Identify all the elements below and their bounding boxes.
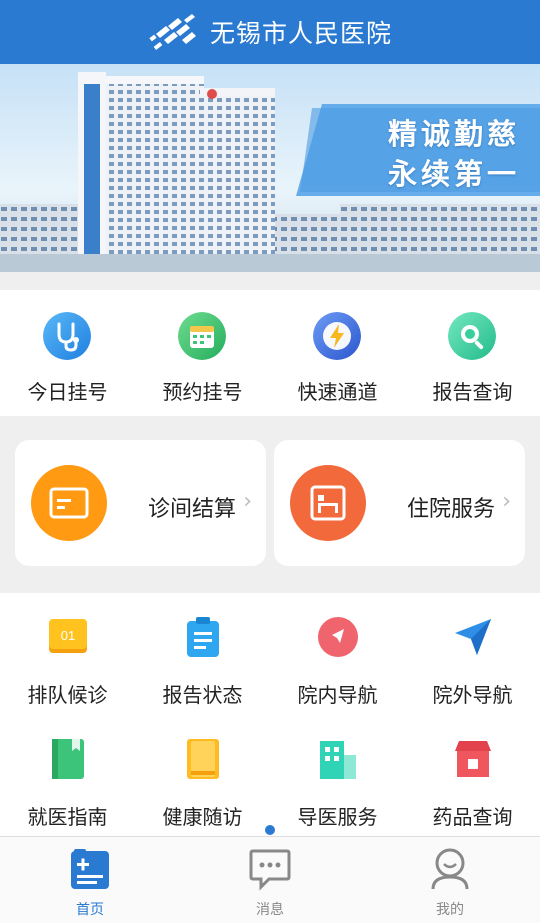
compass-icon (318, 617, 358, 657)
slogan-line-2: 永续第一 (387, 157, 520, 191)
service-drug-query[interactable]: 药品查询 (405, 715, 540, 836)
card-inpatient-service[interactable]: 住院服务 › (274, 440, 525, 566)
lightning-icon (313, 312, 361, 360)
service-label: 就医指南 (27, 805, 108, 829)
bottom-tab-bar: 首页 消息 我的 (0, 836, 540, 923)
service-outdoor-navigation[interactable]: 院外导航 (405, 593, 540, 714)
chat-bubble-icon (249, 849, 291, 891)
queue-number-icon: 01 (49, 619, 87, 653)
tab-home[interactable]: 首页 (0, 837, 180, 923)
search-icon (448, 312, 496, 360)
pharmacy-store-icon (455, 741, 491, 777)
quick-item-today-registration[interactable]: 今日挂号 (0, 290, 135, 416)
hospital-bed-icon (290, 465, 366, 541)
stethoscope-icon (43, 312, 91, 360)
slogan-line-1: 精诚勤慈 (387, 117, 520, 151)
book-icon (52, 739, 84, 779)
service-guide-service[interactable]: 导医服务 (270, 715, 405, 836)
service-label: 报告状态 (162, 683, 243, 707)
service-label: 排队候诊 (27, 683, 108, 707)
service-label: 导医服务 (297, 805, 378, 829)
card-consultation-payment[interactable]: 诊间结算 › (15, 440, 266, 566)
tab-label: 首页 (76, 902, 104, 918)
quick-item-label: 预约挂号 (162, 380, 243, 404)
quick-item-appointment[interactable]: 预约挂号 (135, 290, 270, 416)
card-label: 诊间结算 (147, 497, 236, 522)
hospital-logo-icon (149, 14, 196, 51)
hospital-banner[interactable]: 精诚勤慈 永续第一 (0, 64, 540, 272)
card-label: 住院服务 (406, 497, 495, 522)
tab-messages[interactable]: 消息 (180, 837, 360, 923)
building-icon (320, 741, 356, 779)
service-label: 院内导航 (297, 683, 378, 707)
quick-item-label: 今日挂号 (27, 380, 108, 404)
service-report-status[interactable]: 报告状态 (135, 593, 270, 714)
quick-item-fast-track[interactable]: 快速通道 (270, 290, 405, 416)
quick-item-label: 报告查询 (432, 380, 513, 404)
chevron-right-icon: › (502, 489, 511, 514)
services-grid: 01 排队候诊 报告状态 院内导航 院外导航 就医指南 健康随访 导医服务 药品… (0, 593, 540, 836)
quick-actions: 今日挂号 预约挂号 快速通道 报告查询 (0, 290, 540, 416)
service-label: 院外导航 (432, 683, 513, 707)
page-indicator-dot (265, 825, 275, 835)
calendar-icon (178, 312, 226, 360)
tab-label: 消息 (256, 902, 284, 918)
service-medical-guide[interactable]: 就医指南 (0, 715, 135, 836)
clipboard-icon (187, 617, 219, 657)
service-queue[interactable]: 01 排队候诊 (0, 593, 135, 714)
quick-item-report-query[interactable]: 报告查询 (405, 290, 540, 416)
queue-badge: 01 (61, 628, 75, 643)
user-icon (431, 848, 469, 890)
home-document-icon (71, 849, 109, 889)
tab-label: 我的 (436, 902, 464, 918)
notebook-icon (187, 739, 219, 779)
send-arrow-icon (455, 619, 491, 655)
app-header: 无锡市人民医院 (0, 0, 540, 64)
banner-slogan: 精诚勤慈 永续第一 (388, 114, 520, 194)
quick-item-label: 快速通道 (297, 380, 378, 404)
payment-card-icon (31, 465, 107, 541)
service-health-followup[interactable]: 健康随访 (135, 715, 270, 836)
tab-profile[interactable]: 我的 (360, 837, 540, 923)
service-label: 药品查询 (432, 805, 513, 829)
service-indoor-navigation[interactable]: 院内导航 (270, 593, 405, 714)
app-title: 无锡市人民医院 (209, 19, 392, 48)
chevron-right-icon: › (243, 489, 252, 514)
service-label: 健康随访 (162, 805, 243, 829)
